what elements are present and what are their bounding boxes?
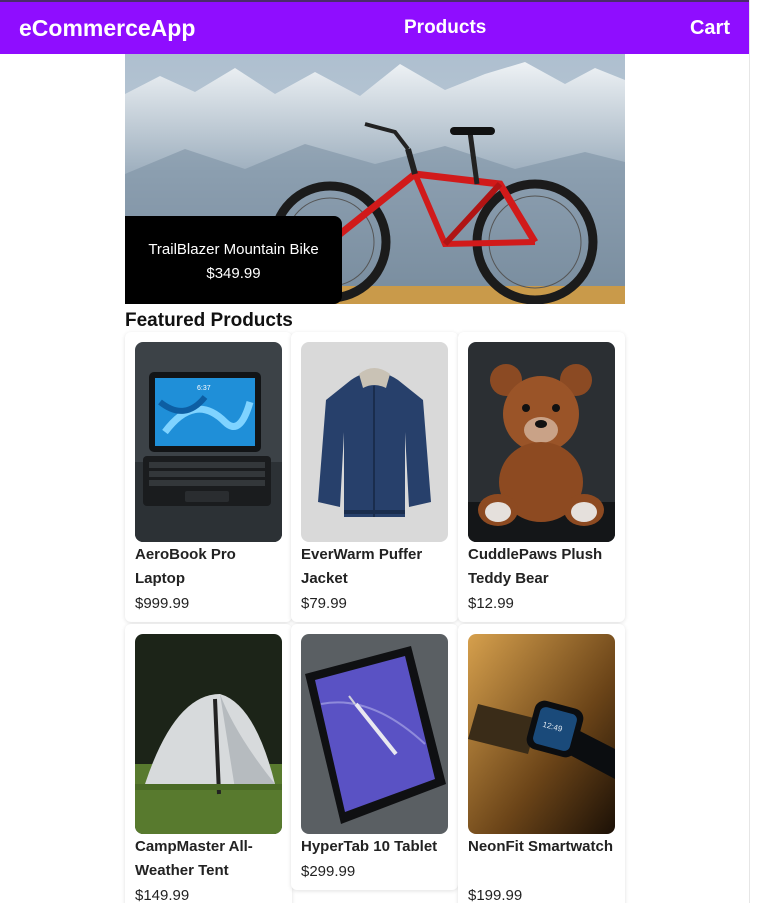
product-name: CampMaster All-Weather Tent: [135, 838, 253, 879]
teddy-bear-photo: [468, 342, 615, 542]
product-price: $12.99: [468, 595, 514, 612]
product-name: EverWarm Puffer Jacket: [301, 546, 423, 587]
tablet-photo: [301, 634, 448, 834]
product-card[interactable]: 12:49 NeonFit Smartwatch $199.99: [458, 624, 625, 903]
product-name: NeonFit Smartwatch: [468, 838, 614, 855]
svg-text:6:37: 6:37: [197, 385, 211, 392]
product-price: $299.99: [301, 863, 356, 880]
hero-caption: TrailBlazer Mountain Bike $349.99: [125, 216, 342, 304]
navbar: eCommerceApp Products Cart: [0, 0, 749, 54]
product-name: HyperTab 10 Tablet: [301, 838, 438, 855]
smartwatch-photo: 12:49: [468, 634, 615, 834]
brand-link[interactable]: eCommerceApp: [19, 2, 195, 54]
product-name: AeroBook Pro Laptop: [135, 546, 236, 587]
product-card[interactable]: 6:37 AeroBook Pro Laptop $999.99: [125, 332, 292, 622]
nav-products-link[interactable]: Products: [404, 2, 486, 54]
featured-products-heading: Featured Products: [125, 310, 293, 331]
page: eCommerceApp Products Cart TrailBlazer M…: [0, 0, 750, 903]
laptop-photo: 6:37: [135, 342, 282, 542]
product-card[interactable]: CuddlePaws Plush Teddy Bear $12.99: [458, 332, 625, 622]
product-price: $199.99: [468, 887, 523, 903]
product-card[interactable]: CampMaster All-Weather Tent $149.99: [125, 624, 292, 903]
product-price: $149.99: [135, 887, 190, 903]
product-name: CuddlePaws Plush Teddy Bear: [468, 546, 603, 587]
hero-banner[interactable]: TrailBlazer Mountain Bike $349.99: [125, 54, 625, 304]
hero-product-name: TrailBlazer Mountain Bike: [148, 241, 319, 258]
hero-product-price: $349.99: [206, 265, 261, 282]
product-card[interactable]: HyperTab 10 Tablet $299.99: [291, 624, 458, 890]
product-price: $79.99: [301, 595, 347, 612]
nav-cart-link[interactable]: Cart: [690, 2, 730, 54]
product-price: $999.99: [135, 595, 190, 612]
product-card[interactable]: EverWarm Puffer Jacket $79.99: [291, 332, 458, 622]
tent-photo: [135, 634, 282, 834]
jacket-photo: [301, 342, 448, 542]
